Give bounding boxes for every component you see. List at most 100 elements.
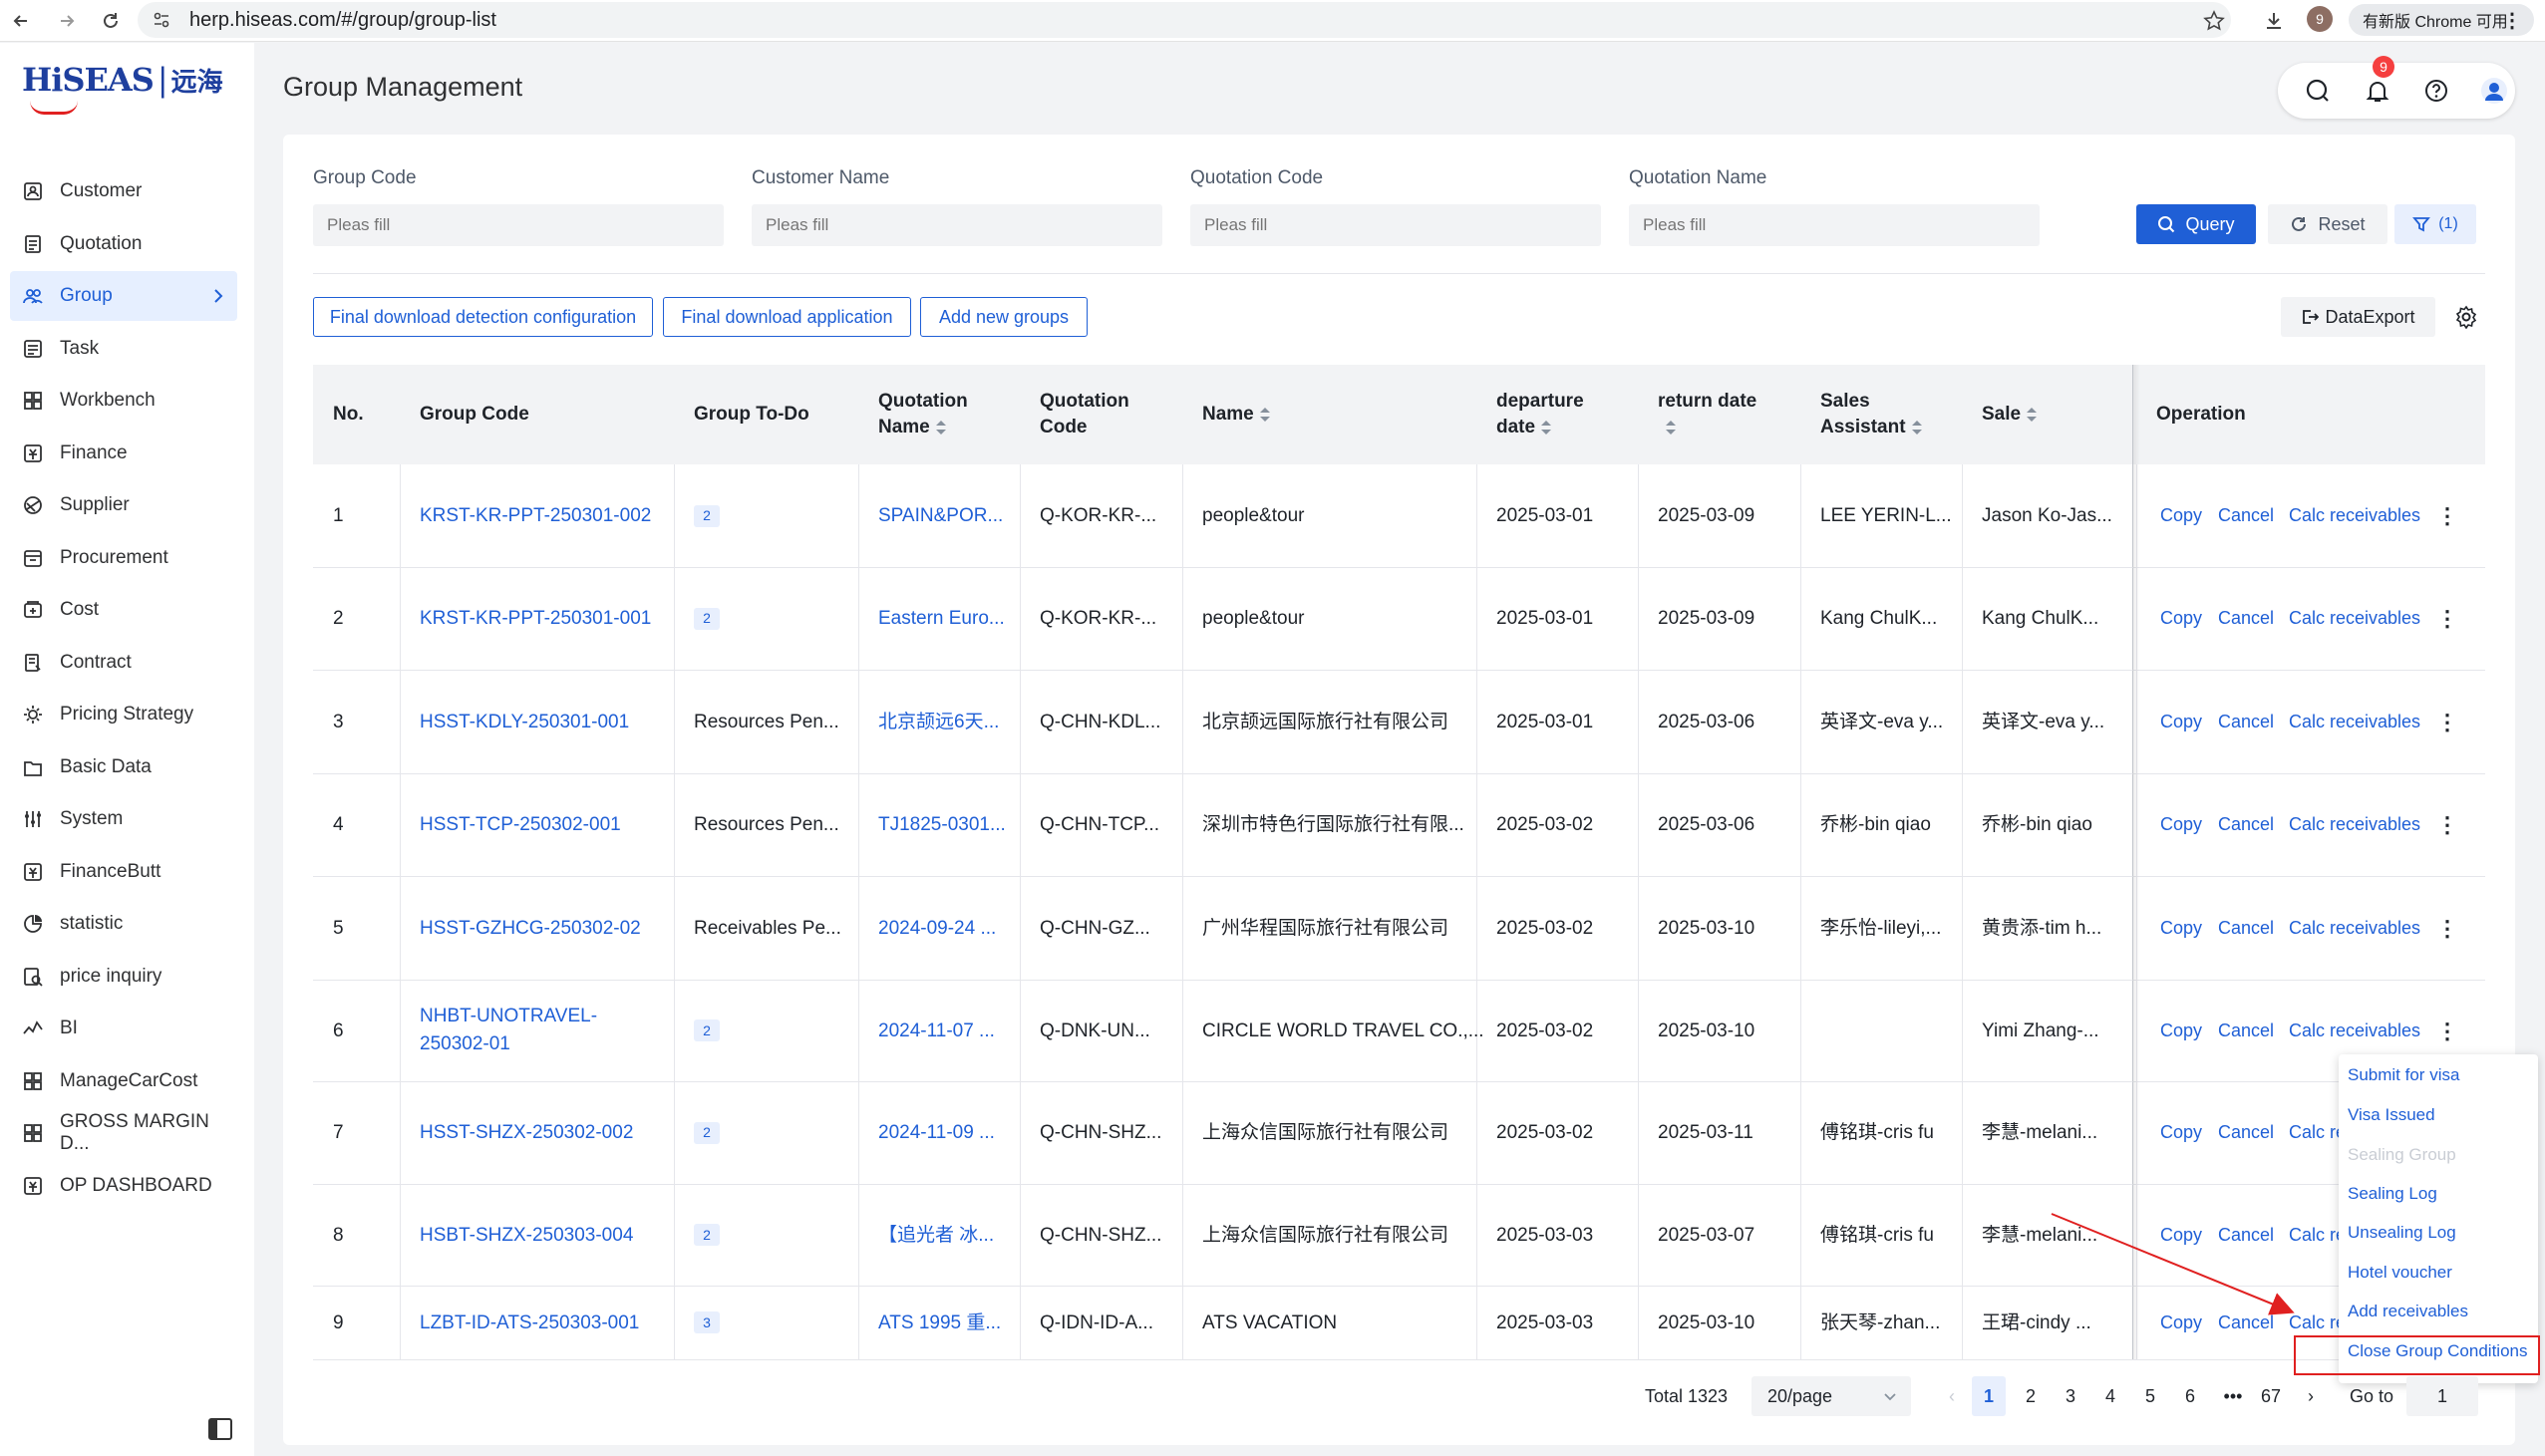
todo-count-badge[interactable]: 2 [694, 1121, 720, 1144]
group-code-link[interactable]: LZBT-ID-ATS-250303-001 [420, 1286, 639, 1359]
col-header-sales-assistant[interactable]: Sales Assistant [1820, 365, 1922, 464]
customer-name-input[interactable] [752, 204, 1162, 246]
sidebar-item-system[interactable]: System [10, 794, 237, 844]
group-code-link[interactable]: KRST-KR-PPT-250301-001 [420, 567, 651, 670]
quotation-code-input[interactable] [1190, 204, 1601, 246]
profile-avatar[interactable]: 9 [2307, 6, 2333, 32]
copy-link[interactable]: Copy [2160, 980, 2202, 1081]
sidebar-item-procurement[interactable]: Procurement [10, 533, 237, 583]
calc-receivables-link[interactable]: Calc receivables [2289, 670, 2420, 773]
sidebar-item-manage-car-cost[interactable]: ManageCarCost [10, 1056, 237, 1106]
sort-icon[interactable] [1666, 420, 1676, 435]
cancel-link[interactable]: Cancel [2218, 980, 2274, 1081]
page-button[interactable]: 6 [2173, 1376, 2207, 1416]
forward-icon[interactable] [52, 6, 82, 36]
quotation-name-link[interactable]: ATS 1995 重... [878, 1286, 1001, 1359]
dropdown-item-sealing-log[interactable]: Sealing Log [2348, 1184, 2437, 1204]
prev-page-button[interactable]: ‹ [1938, 1376, 1966, 1416]
sort-icon[interactable] [1911, 420, 1922, 435]
col-header-departure-date[interactable]: departure date [1496, 365, 1584, 464]
page-button[interactable]: 4 [2093, 1376, 2127, 1416]
help-icon[interactable] [2422, 77, 2450, 105]
group-code-link[interactable]: HSST-GZHCG-250302-02 [420, 876, 641, 980]
sidebar-item-customer[interactable]: Customer [10, 166, 237, 216]
cancel-link[interactable]: Cancel [2218, 670, 2274, 773]
reset-button[interactable]: Reset [2268, 204, 2387, 244]
todo-count-badge[interactable]: 2 [694, 1019, 720, 1041]
download-icon[interactable] [2259, 6, 2289, 36]
sidebar-item-workbench[interactable]: Workbench [10, 376, 237, 426]
sidebar-item-statistic[interactable]: statistic [10, 899, 237, 949]
sidebar-collapse-icon[interactable] [207, 1416, 233, 1442]
search-icon[interactable] [2304, 77, 2332, 105]
cancel-link[interactable]: Cancel [2218, 567, 2274, 670]
sidebar-item-op-dashboard[interactable]: OP DASHBOARD [10, 1161, 237, 1211]
group-code-link[interactable]: HSST-TCP-250302-001 [420, 773, 621, 876]
sort-icon[interactable] [1541, 420, 1552, 435]
quotation-name-link[interactable]: 2024-09-24 ... [878, 876, 996, 980]
copy-link[interactable]: Copy [2160, 876, 2202, 980]
back-icon[interactable] [6, 6, 36, 36]
sidebar-item-quotation[interactable]: Quotation [10, 219, 237, 269]
group-code-link[interactable]: HSST-KDLY-250301-001 [420, 670, 629, 773]
page-button[interactable]: 2 [2014, 1376, 2048, 1416]
sidebar-item-bi[interactable]: BI [10, 1004, 237, 1053]
sidebar-item-task[interactable]: Task [10, 324, 237, 374]
more-actions-icon[interactable]: ⋮ [2436, 876, 2458, 980]
todo-count-badge[interactable]: 2 [694, 607, 720, 630]
sidebar-item-finance[interactable]: Finance [10, 429, 237, 478]
copy-link[interactable]: Copy [2160, 1081, 2202, 1184]
site-settings-icon[interactable] [150, 8, 173, 32]
group-code-input[interactable] [313, 204, 724, 246]
todo-count-badge[interactable]: 2 [694, 504, 720, 527]
chrome-update-button[interactable]: 有新版 Chrome 可用 ⋮ [2349, 4, 2534, 36]
add-new-groups-button[interactable]: Add new groups [920, 297, 1088, 337]
group-code-link[interactable]: HSBT-SHZX-250303-004 [420, 1184, 633, 1286]
more-actions-icon[interactable]: ⋮ [2436, 464, 2458, 567]
data-export-button[interactable]: DataExport [2281, 297, 2435, 337]
copy-link[interactable]: Copy [2160, 464, 2202, 567]
dropdown-item-hotel-voucher[interactable]: Hotel voucher [2348, 1263, 2452, 1283]
sidebar-item-cost[interactable]: Cost [10, 585, 237, 635]
user-profile-icon[interactable] [2480, 77, 2508, 105]
quotation-name-link[interactable]: 2024-11-09 ... [878, 1081, 995, 1184]
sidebar-item-finance-butt[interactable]: FinanceButt [10, 847, 237, 897]
address-bar[interactable]: herp.hiseas.com/#/group/group-list [138, 2, 2231, 38]
page-button[interactable]: 67 [2251, 1376, 2291, 1416]
todo-count-badge[interactable]: 2 [694, 1224, 720, 1246]
settings-gear-icon[interactable] [2454, 305, 2478, 330]
quotation-name-input[interactable] [1629, 204, 2040, 246]
quotation-name-link[interactable]: 【追光者 冰... [878, 1184, 994, 1286]
sort-icon[interactable] [935, 420, 946, 435]
cancel-link[interactable]: Cancel [2218, 464, 2274, 567]
sidebar-item-price-inquiry[interactable]: price inquiry [10, 952, 237, 1002]
page-size-select[interactable]: 20/page [1751, 1376, 1911, 1416]
quotation-name-link[interactable]: TJ1825-0301... [878, 773, 1006, 876]
quotation-name-link[interactable]: SPAIN&POR... [878, 464, 1003, 567]
query-button[interactable]: Query [2136, 204, 2256, 244]
col-header-return-date[interactable]: return date [1658, 365, 1756, 464]
more-actions-icon[interactable]: ⋮ [2436, 670, 2458, 773]
copy-link[interactable]: Copy [2160, 567, 2202, 670]
reload-icon[interactable] [96, 6, 126, 36]
calc-receivables-link[interactable]: Calc receivables [2289, 464, 2420, 567]
sidebar-item-gross-margin[interactable]: GROSS MARGIN D... [10, 1108, 237, 1158]
copy-link[interactable]: Copy [2160, 670, 2202, 773]
group-code-link[interactable]: NHBT-UNOTRAVEL- 250302-01 [420, 980, 597, 1081]
final-download-detection-button[interactable]: Final download detection configuration [313, 297, 653, 337]
notification-bell-icon[interactable] [2364, 77, 2391, 105]
sidebar-item-pricing-strategy[interactable]: Pricing Strategy [10, 690, 237, 739]
quotation-name-link[interactable]: Eastern Euro... [878, 567, 1005, 670]
sidebar-item-supplier[interactable]: Supplier [10, 480, 237, 530]
dropdown-item-submit-for-visa[interactable]: Submit for visa [2348, 1065, 2459, 1085]
copy-link[interactable]: Copy [2160, 773, 2202, 876]
more-actions-icon[interactable]: ⋮ [2436, 773, 2458, 876]
page-button-current[interactable]: 1 [1972, 1376, 2006, 1416]
cancel-link[interactable]: Cancel [2218, 1081, 2274, 1184]
final-download-application-button[interactable]: Final download application [663, 297, 911, 337]
page-button[interactable]: 3 [2054, 1376, 2087, 1416]
page-button[interactable]: ••• [2213, 1376, 2253, 1416]
dropdown-item-add-receivables[interactable]: Add receivables [2348, 1302, 2468, 1321]
sort-icon[interactable] [1259, 408, 1270, 422]
sidebar-item-basic-data[interactable]: Basic Data [10, 742, 237, 792]
